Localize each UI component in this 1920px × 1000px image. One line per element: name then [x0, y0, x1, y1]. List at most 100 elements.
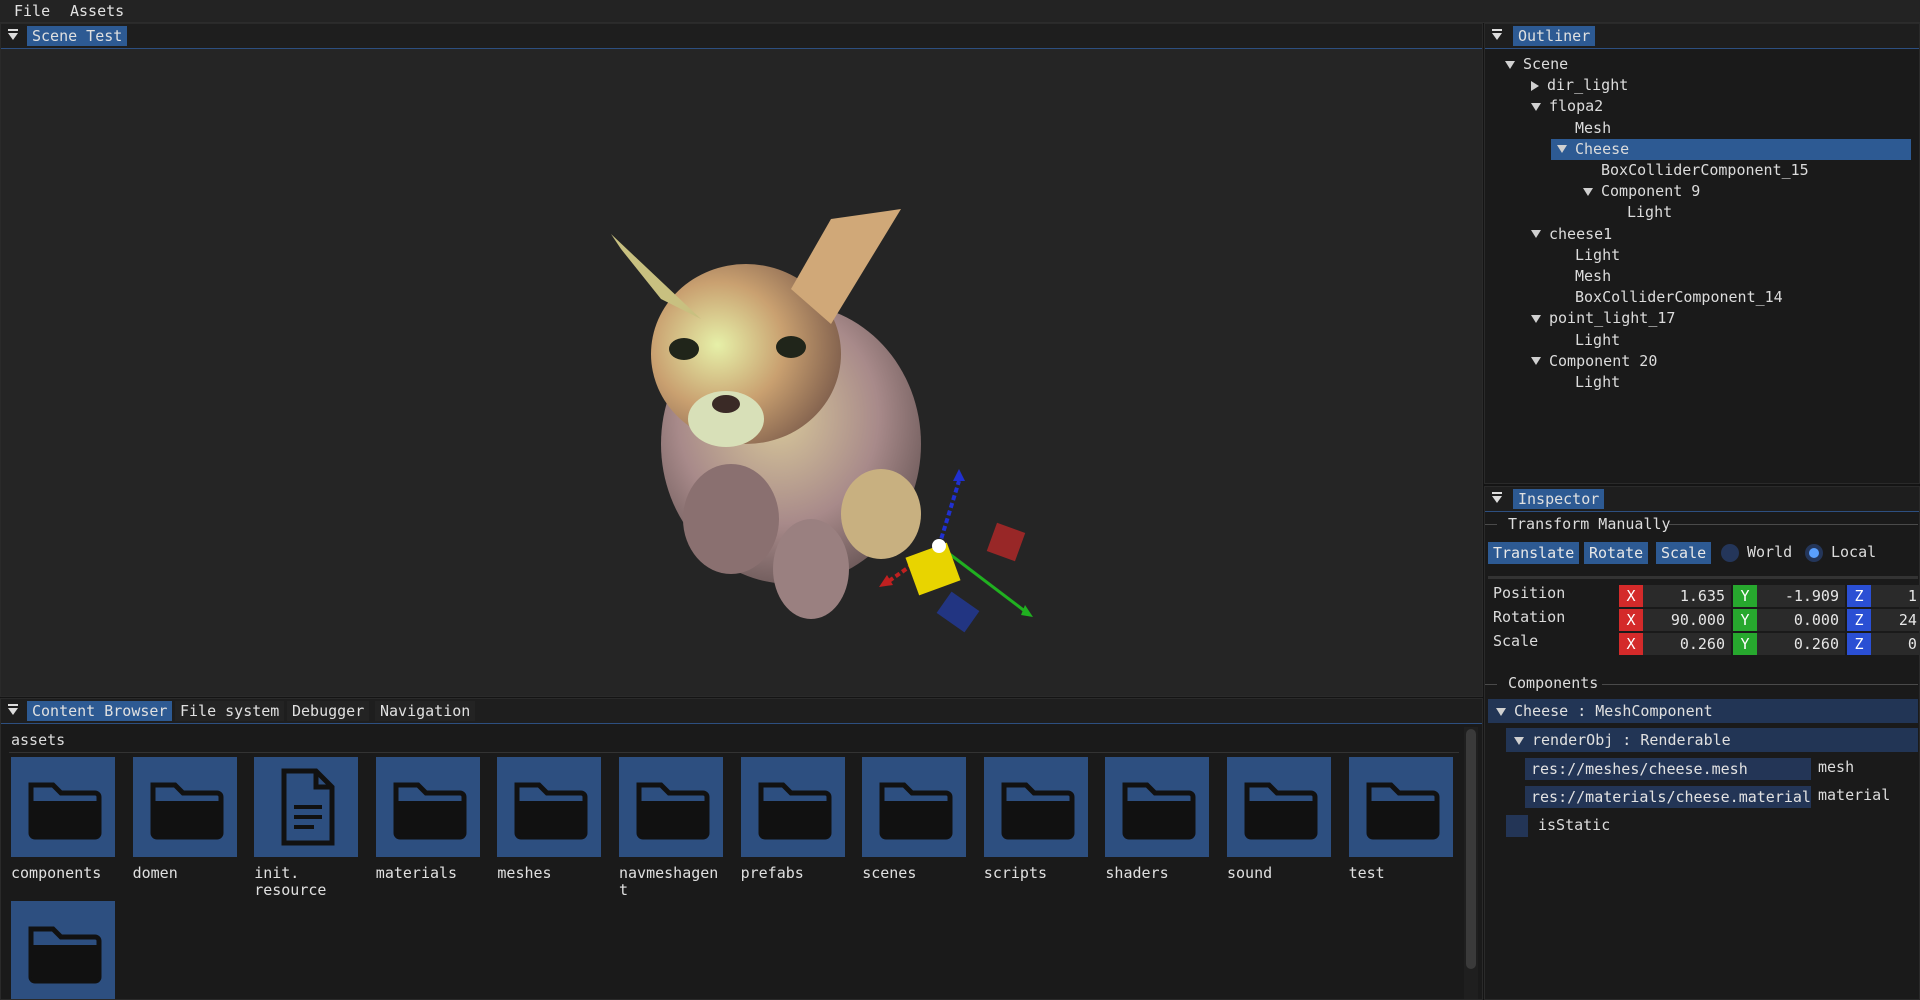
collapse-arrow-icon[interactable] [6, 28, 20, 42]
scale-x-field[interactable]: 0.260 [1643, 633, 1731, 655]
translate-button[interactable]: Translate [1488, 542, 1580, 564]
tree-node[interactable]: Cheese [1551, 138, 1911, 160]
tree-node-label: Light [1575, 373, 1621, 391]
tab-debugger[interactable]: Debugger [287, 701, 370, 721]
scale-y-field[interactable]: 0.260 [1757, 633, 1845, 655]
tree-node[interactable]: dir_light [1531, 75, 1628, 96]
is-static-checkbox[interactable] [1506, 815, 1528, 837]
tree-node[interactable]: Light [1557, 372, 1620, 393]
separator [1668, 524, 1918, 525]
scrollbar-thumb[interactable] [1466, 729, 1476, 969]
tree-node-label: Mesh [1575, 118, 1612, 137]
tree-node-label: cheese1 [1549, 224, 1613, 243]
tree-node[interactable]: cheese1 [1531, 224, 1612, 245]
tree-node[interactable]: Scene [1505, 54, 1568, 75]
tree-node[interactable]: BoxColliderComponent_14 [1557, 287, 1783, 308]
rotation-y-field[interactable]: 0.000 [1757, 609, 1845, 631]
asset-tile[interactable] [862, 757, 967, 857]
tree-node-label: dir_light [1547, 76, 1629, 95]
asset-tile[interactable] [1348, 757, 1453, 857]
asset-grid: components domen init. resource materials me… [1, 757, 1466, 999]
axis-x-label: X [1619, 585, 1643, 607]
tree-node-label: Cheese [1575, 139, 1630, 158]
tree-node[interactable]: Mesh [1557, 118, 1611, 139]
menu-assets[interactable]: Assets [70, 2, 124, 20]
expand-arrow-icon[interactable] [1531, 102, 1541, 111]
renderable-title: renderObj : Renderable [1532, 731, 1731, 749]
tab-outliner[interactable]: Outliner [1513, 26, 1596, 46]
asset-tile[interactable] [983, 757, 1088, 857]
tab-scene-test[interactable]: Scene Test [27, 26, 128, 46]
expand-arrow-icon[interactable] [1531, 357, 1541, 366]
scene-render[interactable] [1, 49, 1482, 696]
position-z-field[interactable]: 1.304 [1871, 585, 1919, 607]
collapsed-arrow-icon[interactable] [1531, 80, 1539, 91]
tab-inspector[interactable]: Inspector [1513, 489, 1605, 509]
tree-node[interactable]: Component 9 [1583, 181, 1700, 202]
outliner-tabbar: Outliner [1485, 24, 1919, 49]
tree-node[interactable]: Light [1609, 202, 1672, 223]
separator [1488, 576, 1918, 579]
asset-label: shaders [1105, 864, 1169, 882]
position-y-field[interactable]: -1.909 [1757, 585, 1845, 607]
collapse-arrow-icon[interactable] [1490, 28, 1504, 42]
axis-y-label: Y [1733, 585, 1757, 607]
axis-z-label: Z [1847, 609, 1871, 631]
tree-node[interactable]: Component 20 [1531, 351, 1657, 372]
tree-node[interactable]: Mesh [1557, 266, 1611, 287]
transform-grid: PositionX1.635Y-1.909Z1.304RotationX90.0… [1485, 584, 1919, 665]
asset-tile[interactable] [132, 757, 237, 857]
asset-tile[interactable] [11, 901, 115, 999]
expand-arrow-icon[interactable] [1531, 314, 1541, 323]
scene-viewport-panel[interactable]: Scene Test [0, 23, 1483, 697]
scale-button[interactable]: Scale [1656, 542, 1712, 564]
rotate-button[interactable]: Rotate [1584, 542, 1649, 564]
expand-arrow-icon[interactable] [1505, 60, 1515, 69]
tab-content-browser[interactable]: Content Browser [27, 701, 173, 721]
outliner-tree: Scene dir_light flopa2 Mesh Cheese BoxCollide… [1485, 54, 1919, 474]
axis-y-label: Y [1733, 633, 1757, 655]
asset-tile[interactable] [254, 757, 359, 857]
asset-tile[interactable] [1105, 757, 1210, 857]
position-x-field[interactable]: 1.635 [1643, 585, 1731, 607]
asset-tile[interactable] [740, 757, 845, 857]
tree-node[interactable]: Light [1557, 245, 1620, 266]
expand-arrow-icon[interactable] [1531, 230, 1541, 239]
local-radio[interactable] [1805, 544, 1823, 562]
mesh-component-header[interactable]: Cheese : MeshComponent [1488, 699, 1918, 723]
expand-arrow-icon[interactable] [1583, 187, 1593, 196]
tree-node[interactable]: point_light_17 [1531, 308, 1675, 329]
scale-z-field[interactable]: 0.260 [1871, 633, 1919, 655]
collapse-arrow-icon[interactable] [1490, 491, 1504, 505]
asset-label: components [11, 864, 102, 882]
collapse-arrow-icon[interactable] [6, 703, 20, 717]
transform-header: Transform Manually [1508, 515, 1671, 533]
viewport-tabbar: Scene Test [1, 24, 1482, 49]
world-label: World [1747, 543, 1793, 561]
tree-node[interactable]: BoxColliderComponent_15 [1583, 160, 1809, 181]
mesh-component-title: Cheese : MeshComponent [1514, 702, 1713, 720]
mesh-path-field[interactable]: res://meshes/cheese.mesh [1525, 758, 1811, 780]
asset-tile[interactable] [11, 757, 115, 857]
tree-node-label: Mesh [1575, 267, 1612, 285]
tab-navigation[interactable]: Navigation [375, 701, 476, 721]
asset-tile[interactable] [375, 757, 480, 857]
tree-node[interactable]: flopa2 [1531, 96, 1603, 117]
expand-arrow-icon[interactable] [1557, 145, 1567, 154]
renderable-header[interactable]: renderObj : Renderable [1506, 728, 1918, 752]
tree-node[interactable]: Light [1557, 330, 1620, 351]
rotation-x-field[interactable]: 90.000 [1643, 609, 1731, 631]
world-radio[interactable] [1721, 544, 1739, 562]
menu-file[interactable]: File [14, 2, 50, 20]
asset-label: scripts [983, 864, 1048, 882]
tab-file-system[interactable]: File system [175, 701, 285, 721]
asset-label: sound [1227, 864, 1273, 882]
asset-tile[interactable] [1227, 757, 1331, 857]
scrollbar[interactable] [1464, 727, 1478, 999]
tree-node-label: point_light_17 [1549, 309, 1676, 328]
asset-tile[interactable] [497, 757, 602, 857]
material-path-field[interactable]: res://materials/cheese.material [1525, 786, 1811, 808]
asset-tile[interactable] [619, 757, 723, 857]
transform-row-label: Scale [1493, 632, 1539, 650]
rotation-z-field[interactable]: 24.093 [1871, 609, 1919, 631]
